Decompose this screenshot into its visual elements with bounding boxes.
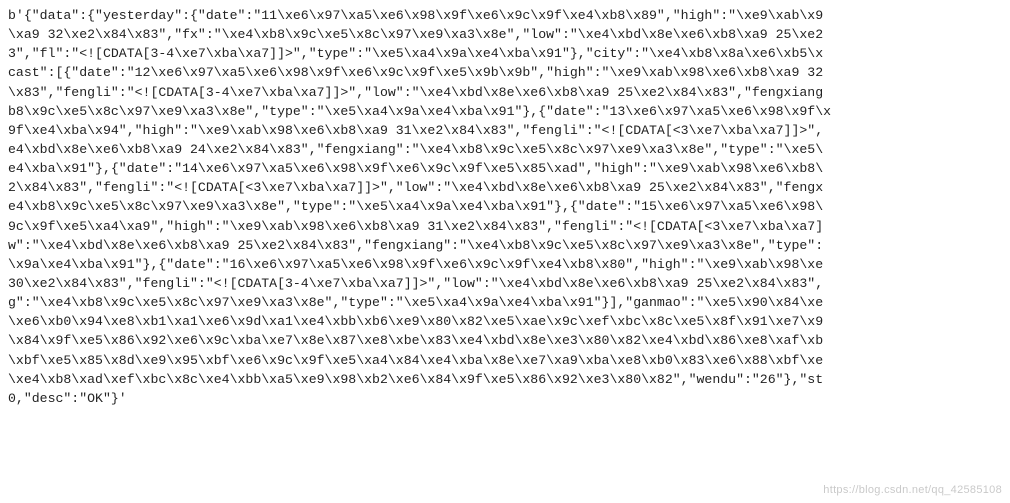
line: b'{"data":{"yesterday":{"date":"11\xe6\x… [8, 8, 823, 23]
line: b8\x9c\xe5\x8c\x97\xe9\xa3\x8e","type":"… [8, 104, 831, 119]
line: e4\xb8\x9c\xe5\x8c\x97\xe9\xa3\x8e","typ… [8, 199, 823, 214]
line: e4\xbd\x8e\xe6\xb8\xa9 24\xe2\x84\x83","… [8, 142, 823, 157]
line: 9c\x9f\xe5\xa4\xa9","high":"\xe9\xab\x98… [8, 219, 823, 234]
line: 30\xe2\x84\x83","fengli":"<![CDATA[3-4\x… [8, 276, 823, 291]
line: w":"\xe4\xbd\x8e\xe6\xb8\xa9 25\xe2\x84\… [8, 238, 823, 253]
line: 0,"desc":"OK"}' [8, 391, 127, 406]
line: \xe4\xb8\xad\xef\xbc\x8c\xe4\xbb\xa5\xe9… [8, 372, 823, 387]
line: e4\xba\x91"},{"date":"14\xe6\x97\xa5\xe6… [8, 161, 823, 176]
line: g":"\xe4\xb8\x9c\xe5\x8c\x97\xe9\xa3\x8e… [8, 295, 823, 310]
line: \xbf\xe5\x85\x8d\xe9\x95\xbf\xe6\x9c\x9f… [8, 353, 823, 368]
line: \xe6\xb0\x94\xe8\xb1\xa1\xe6\x9d\xa1\xe4… [8, 314, 823, 329]
watermark-text: https://blog.csdn.net/qq_42585108 [823, 483, 1002, 499]
line: cast":[{"date":"12\xe6\x97\xa5\xe6\x98\x… [8, 65, 823, 80]
line: \x84\x9f\xe5\x86\x92\xe6\x9c\xba\xe7\x8e… [8, 333, 823, 348]
line: \x83","fengli":"<![CDATA[3-4\xe7\xba\xa7… [8, 85, 823, 100]
line: 9f\xe4\xba\x94","high":"\xe9\xab\x98\xe6… [8, 123, 823, 138]
line: 2\x84\x83","fengli":"<![CDATA[<3\xe7\xba… [8, 180, 823, 195]
line: \x9a\xe4\xba\x91"},{"date":"16\xe6\x97\x… [8, 257, 823, 272]
raw-bytes-output: b'{"data":{"yesterday":{"date":"11\xe6\x… [0, 0, 1010, 503]
line: 3","fl":"<![CDATA[3-4\xe7\xba\xa7]]>","t… [8, 46, 823, 61]
line: \xa9 32\xe2\x84\x83","fx":"\xe4\xb8\x9c\… [8, 27, 823, 42]
